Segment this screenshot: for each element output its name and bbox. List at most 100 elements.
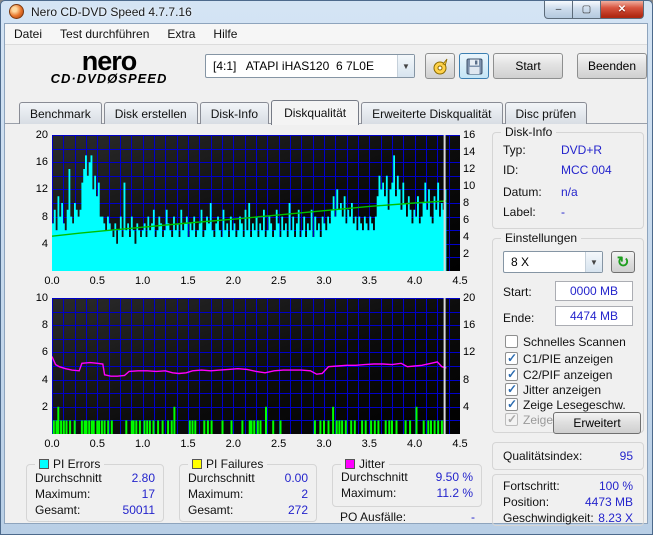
stat-label: Gesamt: [188, 503, 234, 517]
pi-errors-legend: PI Errors [35, 457, 105, 471]
disk-info-title: Disk-Info [501, 125, 557, 139]
progress-group: Fortschritt: 100 % Position: 4473 MB Gesch… [492, 474, 644, 526]
eject-disc-button[interactable] [425, 53, 455, 79]
position-value: 4473 MB [584, 495, 633, 509]
eject-disc-icon [433, 58, 448, 75]
stat-label: Maximum: [341, 486, 397, 500]
quit-button[interactable]: Beenden [577, 53, 647, 79]
settings-title: Einstellungen [501, 231, 582, 245]
stat-label: Gesamt: [35, 503, 81, 517]
app-window: Nero CD-DVD Speed 4.7.7.16 – ▢ ✕ Datei T… [0, 0, 653, 535]
client-area: Datei Test durchführen Extra Hilfe nero … [4, 23, 648, 526]
checkbox-icon [505, 397, 518, 411]
pi-failures-left-axis: 2 4 6 8 10 [35, 292, 48, 413]
jitter-legend: Jitter [341, 457, 390, 471]
start-position-label: Start: [503, 285, 532, 299]
close-button[interactable]: ✕ [600, 1, 644, 19]
maximize-button[interactable]: ▢ [573, 1, 600, 19]
disk-date-label: Datum: [503, 185, 542, 199]
speed-value: 8.23 X [598, 511, 633, 525]
stat-value: 50011 [122, 503, 155, 517]
checkbox-icon [505, 335, 518, 348]
menu-bar: Datei Test durchführen Extra Hilfe [5, 24, 647, 45]
stat-value: 0.00 [284, 471, 308, 485]
checkbox-c2-pif[interactable]: C2/PIF anzeigen [505, 367, 612, 382]
pi-errors-color-swatch [39, 459, 49, 469]
stat-value: 2.80 [131, 471, 155, 485]
jitter-color-swatch [345, 459, 355, 469]
checkbox-zeige-lesegeschw[interactable]: Zeige Lesegeschw. [505, 397, 626, 412]
pi-errors-x-axis: 0.0 0.5 1.0 1.5 2.0 2.5 3.0 3.5 4.0 4.5 [44, 275, 468, 287]
refresh-button[interactable]: ↻ [611, 251, 635, 273]
pi-failures-legend: PI Failures [188, 457, 268, 471]
pi-errors-chart: 4 8 12 16 20 2 4 6 8 10 12 14 16 0.0 0.5 1.0 1.5 2.0 2.5… [22, 127, 487, 293]
tab-diskqualitaet[interactable]: Diskqualität [271, 100, 360, 125]
settings-group: Einstellungen 8 X ▼ ↻ Start: 0000 MB End… [492, 231, 644, 433]
jitter-x-axis: 0.0 0.5 1.0 1.5 2.0 2.5 3.0 3.5 4.0 4.5 [44, 438, 468, 450]
jitter-plot [51, 298, 461, 435]
jitter-chart: 2 4 6 8 10 4 8 12 16 20 0.0 0.5 1.0 1.5 2.0 2.5 3.0 3.5… [22, 290, 487, 456]
app-icon [9, 4, 24, 19]
menu-test-durchfuehren[interactable]: Test durchführen [51, 24, 158, 44]
quality-index-group: Qualitätsindex: 95 [492, 442, 644, 470]
stat-value: 11.2 % [436, 486, 473, 500]
save-icon [466, 58, 482, 74]
refresh-icon: ↻ [616, 253, 630, 271]
tab-disc-pruefen[interactable]: Disc prüfen [504, 102, 588, 124]
position-label: Position: [503, 495, 550, 509]
chevron-down-icon[interactable]: ▼ [397, 55, 414, 77]
disk-info-group: Disk-Info Typ: DVD+R ID: MCC 004 Datum: n/a… [492, 125, 644, 229]
tab-erweiterte-diskqualitaet[interactable]: Erweiterte Diskqualität [361, 102, 503, 124]
pi-errors-left-axis: 4 8 12 16 20 [35, 129, 48, 250]
menu-hilfe[interactable]: Hilfe [204, 24, 246, 44]
checkbox-c1-pie[interactable]: C1/PIE anzeigen [505, 351, 613, 366]
menu-datei[interactable]: Datei [5, 24, 51, 44]
chevron-down-icon[interactable]: ▼ [585, 252, 602, 272]
tab-disk-erstellen[interactable]: Disk erstellen [103, 102, 198, 124]
start-button[interactable]: Start [493, 53, 563, 79]
tab-disk-info[interactable]: Disk-Info [199, 102, 270, 124]
speed-select[interactable]: 8 X ▼ [503, 251, 603, 273]
disk-date-value: n/a [561, 185, 578, 199]
disc-glyph: Ø [107, 71, 119, 86]
disk-label-label: Label: [503, 205, 536, 219]
stat-value: 17 [141, 487, 155, 501]
checkbox-jitter[interactable]: Jitter anzeigen [505, 382, 601, 397]
checkbox-icon [505, 367, 518, 381]
checkbox-icon [505, 412, 518, 426]
end-position-label: Ende: [503, 311, 535, 325]
stat-value: 9.50 % [435, 470, 473, 484]
po-failures-row: PO Ausfälle: - [340, 510, 475, 526]
checkbox-icon [505, 351, 518, 365]
window-title: Nero CD-DVD Speed 4.7.7.16 [31, 5, 192, 19]
tab-benchmark[interactable]: Benchmark [19, 102, 102, 124]
speed-label: Geschwindigkeit: [503, 511, 594, 525]
end-position-field[interactable]: 4474 MB [555, 306, 633, 326]
stat-label: Maximum: [35, 487, 91, 501]
stat-label: Durchschnitt [341, 470, 408, 484]
jitter-stats-group: Jitter Durchschnitt 9.50 % Maximum: 11.2 % [332, 457, 482, 507]
read-speed-right-axis: 2 4 6 8 10 12 14 16 [463, 129, 476, 260]
minimize-button[interactable]: – [544, 1, 573, 19]
pi-failures-stats-group: PI Failures Durchschnitt 0.00 Maximum: 2 G… [179, 457, 317, 522]
drive-select[interactable]: [4:1] ATAPI iHAS120 6 7L0E ▼ [205, 54, 415, 78]
disk-id-value: MCC 004 [561, 163, 612, 177]
stat-value: 272 [287, 503, 308, 517]
drive-select-value: [4:1] ATAPI iHAS120 6 7L0E [213, 59, 374, 73]
nero-logo: nero CD·DVDØSPEED [29, 48, 189, 87]
pi-errors-stats-group: PI Errors Durchschnitt 2.80 Maximum: 17 Ge… [26, 457, 164, 522]
checkbox-schnelles-scannen[interactable]: Schnelles Scannen [505, 334, 626, 349]
checkbox-icon [505, 382, 518, 396]
toolbar: nero CD·DVDØSPEED [4:1] ATAPI iHAS120 6 … [5, 46, 647, 96]
stat-value: 2 [301, 487, 308, 501]
progress-value: 100 % [598, 479, 633, 493]
advanced-button[interactable]: Erweitert [553, 412, 641, 434]
quality-index-label: Qualitätsindex: [503, 449, 583, 463]
quality-index-value: 95 [619, 449, 633, 463]
title-bar[interactable]: Nero CD-DVD Speed 4.7.7.16 – ▢ ✕ [1, 1, 652, 23]
stat-label: Durchschnitt [35, 471, 102, 485]
progress-label: Fortschritt: [503, 479, 560, 493]
menu-extra[interactable]: Extra [158, 24, 204, 44]
save-button[interactable] [459, 53, 489, 79]
start-position-field[interactable]: 0000 MB [555, 281, 633, 301]
